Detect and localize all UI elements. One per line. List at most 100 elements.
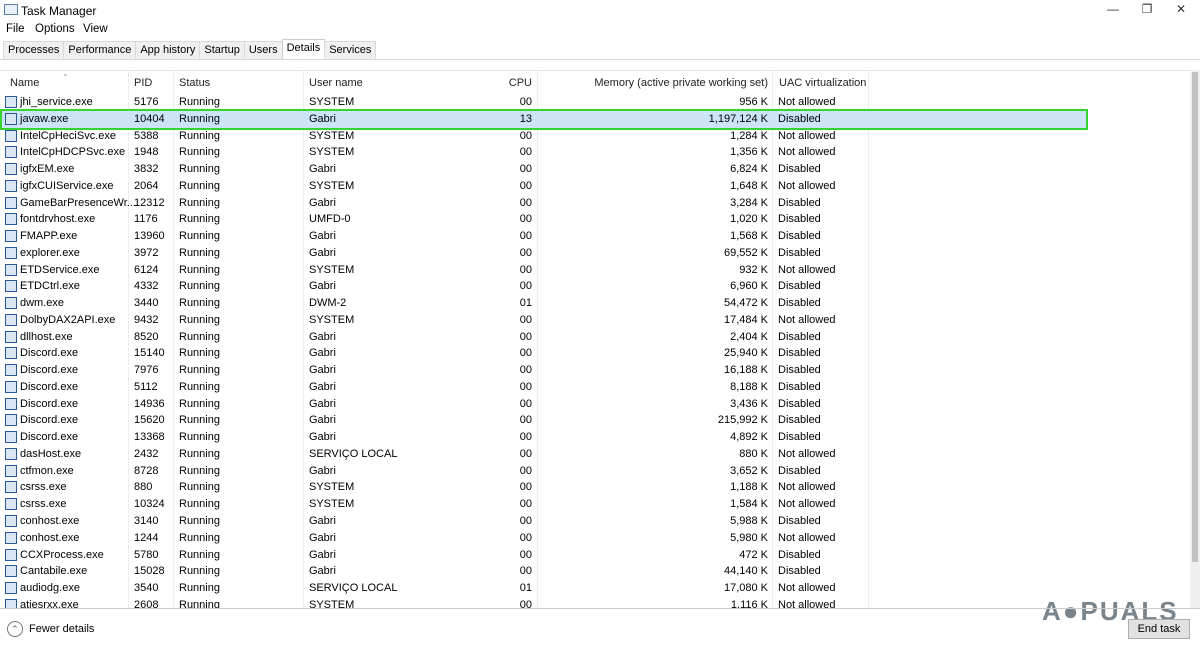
table-row[interactable]: CCXProcess.exe 5780 Running Gabri 00 472 K Dis… bbox=[2, 547, 1086, 564]
column-header-pid[interactable]: PID bbox=[134, 77, 152, 93]
cell-cpu: 00 bbox=[519, 280, 532, 293]
menu-view[interactable]: View bbox=[83, 23, 108, 35]
table-row[interactable]: atiesrxx.exe 2608 Running SYSTEM 00 1,116 K No… bbox=[2, 597, 1086, 608]
table-row[interactable]: Discord.exe 15620 Running Gabri 00 215,992 K D… bbox=[2, 412, 1086, 429]
cell-uac: Disabled bbox=[778, 414, 821, 427]
cell-cpu: 00 bbox=[519, 414, 532, 427]
cell-memory: 3,652 K bbox=[730, 464, 768, 477]
tab-bar: Processes Performance App history Startup Us… bbox=[3, 39, 377, 60]
cell-user-name: Gabri bbox=[309, 230, 336, 243]
cell-pid: 15028 bbox=[134, 565, 165, 578]
table-row[interactable]: fontdrvhost.exe 1176 Running UMFD-0 00 1,020 … bbox=[2, 211, 1086, 228]
table-row[interactable]: explorer.exe 3972 Running Gabri 00 69,552 K Di… bbox=[2, 245, 1086, 262]
cell-user-name: Gabri bbox=[309, 347, 336, 360]
column-header-user[interactable]: User name bbox=[309, 77, 363, 93]
table-row[interactable]: ETDCtrl.exe 4332 Running Gabri 00 6,960 K Disa… bbox=[2, 278, 1086, 295]
cell-status: Running bbox=[179, 498, 220, 511]
tab-app-history[interactable]: App history bbox=[135, 41, 201, 60]
table-row[interactable]: ETDService.exe 6124 Running SYSTEM 00 932 K No… bbox=[2, 262, 1086, 279]
table-row[interactable]: csrss.exe 880 Running SYSTEM 00 1,188 K Not al… bbox=[2, 479, 1086, 496]
cell-uac: Disabled bbox=[778, 397, 821, 410]
menu-options[interactable]: Options bbox=[35, 23, 75, 35]
cell-cpu: 00 bbox=[519, 498, 532, 511]
vertical-scrollbar[interactable] bbox=[1190, 70, 1200, 608]
table-row[interactable]: Discord.exe 5112 Running Gabri 00 8,188 K Disa… bbox=[2, 379, 1086, 396]
cell-user-name: Gabri bbox=[309, 163, 336, 176]
cell-pid: 2432 bbox=[134, 447, 159, 460]
cell-pid: 2608 bbox=[134, 598, 159, 608]
process-icon bbox=[5, 96, 17, 108]
table-row[interactable]: dwm.exe 3440 Running DWM-2 01 54,472 K Disable… bbox=[2, 295, 1086, 312]
table-row[interactable]: javaw.exe 10404 Running Gabri 13 1,197,124 K D… bbox=[0, 108, 1088, 130]
tab-details[interactable]: Details bbox=[281, 39, 326, 60]
cell-status: Running bbox=[179, 380, 220, 393]
table-row[interactable]: dllhost.exe 8520 Running Gabri 00 2,404 K Disa… bbox=[2, 329, 1086, 346]
cell-status: Running bbox=[179, 464, 220, 477]
fewer-details-button[interactable]: ⌃ Fewer details bbox=[7, 621, 94, 637]
table-row[interactable]: ctfmon.exe 8728 Running Gabri 00 3,652 K Disab… bbox=[2, 463, 1086, 480]
cell-process-name: Discord.exe bbox=[20, 397, 79, 410]
minimize-button[interactable]: — bbox=[1098, 2, 1128, 18]
table-row[interactable]: FMAPP.exe 13960 Running Gabri 00 1,568 K Disab… bbox=[2, 228, 1086, 245]
cell-user-name: Gabri bbox=[309, 565, 336, 578]
process-icon bbox=[5, 129, 17, 142]
cell-cpu: 00 bbox=[519, 364, 532, 377]
column-header-uac[interactable]: UAC virtualization bbox=[779, 77, 866, 93]
cell-pid: 15140 bbox=[134, 347, 165, 360]
table-row[interactable]: conhost.exe 3140 Running Gabri 00 5,988 K Disa… bbox=[2, 513, 1086, 530]
table-row[interactable]: dasHost.exe 2432 Running SERVIÇO LOCAL 00 880… bbox=[2, 446, 1086, 463]
table-row[interactable]: DolbyDAX2API.exe 9432 Running SYSTEM 00 17,48… bbox=[2, 312, 1086, 329]
restore-button[interactable]: ❐ bbox=[1132, 2, 1162, 18]
tab-processes[interactable]: Processes bbox=[3, 41, 65, 60]
scrollbar-thumb[interactable] bbox=[1192, 72, 1198, 562]
table-row[interactable]: igfxEM.exe 3832 Running Gabri 00 6,824 K Disab… bbox=[2, 161, 1086, 178]
cell-cpu: 01 bbox=[519, 582, 532, 595]
end-task-button[interactable]: End task bbox=[1128, 619, 1190, 639]
cell-memory: 44,140 K bbox=[723, 565, 768, 578]
cell-uac: Disabled bbox=[778, 565, 821, 578]
process-icon bbox=[5, 515, 17, 527]
cell-uac: Not allowed bbox=[778, 598, 836, 608]
table-row[interactable]: Discord.exe 15140 Running Gabri 00 25,940 K Di… bbox=[2, 345, 1086, 362]
cell-process-name: Discord.exe bbox=[20, 414, 79, 427]
column-header-cpu[interactable]: CPU bbox=[480, 77, 532, 93]
cell-uac: Disabled bbox=[778, 213, 821, 226]
column-header-name[interactable]: Name bbox=[10, 77, 39, 93]
cell-status: Running bbox=[179, 330, 220, 343]
cell-cpu: 00 bbox=[519, 481, 532, 494]
table-row[interactable]: jhi_service.exe 5176 Running SYSTEM 00 956 K N… bbox=[2, 94, 1086, 111]
cell-memory: 956 K bbox=[739, 96, 768, 108]
process-icon bbox=[5, 347, 17, 360]
process-icon bbox=[5, 498, 17, 511]
cell-pid: 7976 bbox=[134, 364, 159, 377]
column-header-memory[interactable]: Memory (active private working set) bbox=[560, 77, 768, 93]
process-icon bbox=[5, 565, 17, 578]
cell-process-name: csrss.exe bbox=[20, 481, 67, 494]
tab-users[interactable]: Users bbox=[243, 41, 283, 60]
cell-memory: 932 K bbox=[739, 263, 768, 276]
table-row[interactable]: conhost.exe 1244 Running Gabri 00 5,980 K Not … bbox=[2, 530, 1086, 547]
tab-services[interactable]: Services bbox=[324, 41, 377, 60]
table-row[interactable]: IntelCpHDCPSvc.exe 1948 Running SYSTEM 00 1,3… bbox=[2, 144, 1086, 161]
menu-file[interactable]: File bbox=[6, 23, 25, 35]
table-row[interactable]: csrss.exe 10324 Running SYSTEM 00 1,584 K Not … bbox=[2, 496, 1086, 513]
table-row[interactable]: GameBarPresenceWr... 12312 Running Gabri 00 3… bbox=[2, 195, 1086, 212]
table-row[interactable]: Cantabile.exe 15028 Running Gabri 00 44,140 K… bbox=[2, 563, 1086, 580]
cell-process-name: conhost.exe bbox=[20, 531, 80, 544]
tab-startup[interactable]: Startup bbox=[199, 41, 245, 60]
table-row[interactable]: igfxCUIService.exe 2064 Running SYSTEM 00 1,6… bbox=[2, 178, 1086, 195]
cell-user-name: Gabri bbox=[309, 548, 336, 561]
table-row[interactable]: Discord.exe 7976 Running Gabri 00 16,188 K Dis… bbox=[2, 362, 1086, 379]
table-row[interactable]: IntelCpHeciSvc.exe 5388 Running SYSTEM 00 1,2… bbox=[2, 128, 1086, 145]
tab-performance[interactable]: Performance bbox=[63, 41, 137, 60]
column-header-status[interactable]: Status bbox=[179, 77, 210, 93]
cell-status: Running bbox=[179, 196, 220, 209]
cell-uac: Disabled bbox=[778, 246, 821, 259]
close-button[interactable]: ✕ bbox=[1166, 2, 1196, 18]
table-row[interactable]: Discord.exe 14936 Running Gabri 00 3,436 K Dis… bbox=[2, 396, 1086, 413]
table-row[interactable]: audiodg.exe 3540 Running SERVIÇO LOCAL 01 17,… bbox=[2, 580, 1086, 597]
cell-cpu: 00 bbox=[519, 565, 532, 578]
table-row[interactable]: Discord.exe 13368 Running Gabri 00 4,892 K Dis… bbox=[2, 429, 1086, 446]
process-icon bbox=[5, 548, 17, 561]
cell-cpu: 00 bbox=[519, 313, 532, 326]
